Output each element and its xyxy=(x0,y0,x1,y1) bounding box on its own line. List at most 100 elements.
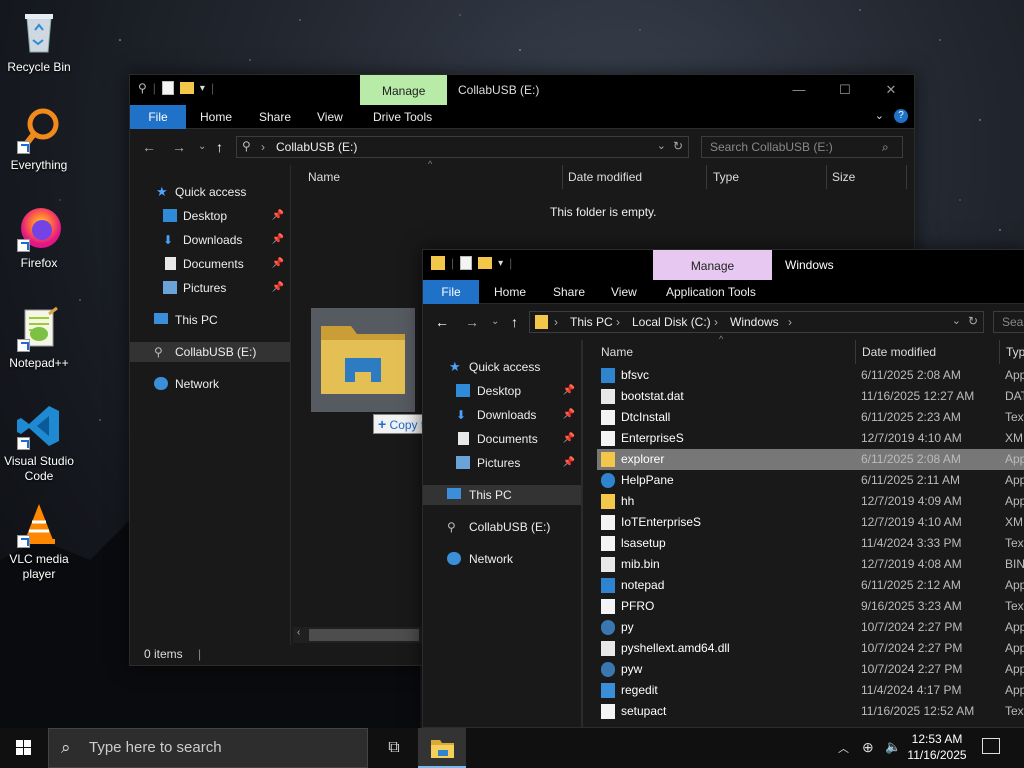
table-row[interactable]: pyshellext.amd64.dll 10/7/2024 2:27 PM App xyxy=(597,638,1024,659)
breadcrumb-local-disk[interactable]: Local Disk (C:) xyxy=(632,315,711,329)
close-icon[interactable]: ✕ xyxy=(868,75,914,105)
pin-icon[interactable]: 📌 xyxy=(272,254,284,274)
scroll-left-icon[interactable]: ‹ xyxy=(297,627,300,638)
pin-icon[interactable]: 📌 xyxy=(563,429,575,449)
breadcrumb-chevron-icon[interactable]: › xyxy=(714,315,718,329)
volume-muted-icon[interactable]: 🔈 xyxy=(885,739,901,755)
search-input[interactable]: Search CollabUSB (E:) xyxy=(701,136,903,158)
nav-desktop[interactable]: Desktop 📌 xyxy=(130,206,290,226)
refresh-icon[interactable]: ↻ xyxy=(673,139,683,153)
new-folder-icon[interactable] xyxy=(478,257,493,269)
column-date-modified[interactable]: Date modified xyxy=(568,165,642,189)
new-folder-icon[interactable] xyxy=(179,82,194,94)
tab-share[interactable]: Share xyxy=(553,280,585,304)
search-input[interactable]: Sear xyxy=(993,311,1024,333)
desktop-icon-vlc[interactable]: VLC media player xyxy=(2,500,76,582)
tab-file[interactable]: File xyxy=(423,280,479,304)
breadcrumb-windows[interactable]: Windows xyxy=(730,315,779,329)
nav-downloads[interactable]: ⬇ Downloads 📌 xyxy=(423,405,581,425)
column-name[interactable]: Name xyxy=(601,340,633,364)
desktop-icon-everything[interactable]: Everything xyxy=(2,106,76,173)
nav-network[interactable]: Network xyxy=(130,374,290,394)
tab-application-tools[interactable]: Application Tools xyxy=(666,280,756,304)
desktop-icon-notepad-plus-plus[interactable]: Notepad++ xyxy=(2,304,76,371)
language-icon[interactable]: ⊕ xyxy=(862,739,874,756)
horizontal-scrollbar[interactable]: ‹ xyxy=(293,627,423,643)
show-hidden-icons-icon[interactable]: ︿ xyxy=(838,740,849,756)
nav-collabusb[interactable]: ⚲ CollabUSB (E:) xyxy=(130,342,290,362)
ribbon-expand-icon[interactable]: ⌄ xyxy=(875,109,884,122)
table-row[interactable]: py 10/7/2024 2:27 PM App xyxy=(597,617,1024,638)
task-view-icon[interactable]: ⧉ xyxy=(370,728,418,768)
table-row[interactable]: explorer 6/11/2025 2:08 AM App xyxy=(597,449,1024,470)
nav-documents[interactable]: Documents 📌 xyxy=(423,429,581,449)
desktop-icon-firefox[interactable]: Firefox xyxy=(2,204,76,271)
taskbar-file-explorer[interactable] xyxy=(418,728,466,768)
notifications-icon[interactable] xyxy=(982,738,1000,754)
back-icon[interactable]: ← xyxy=(142,139,156,155)
table-row[interactable]: EnterpriseS 12/7/2019 4:10 AM XM xyxy=(597,428,1024,449)
nav-network[interactable]: Network xyxy=(423,549,581,569)
breadcrumb-this-pc[interactable]: This PC xyxy=(570,315,613,329)
tab-view[interactable]: View xyxy=(317,105,343,129)
address-dropdown-icon[interactable]: ⌄ xyxy=(952,314,961,327)
nav-quick-access[interactable]: ★ Quick access xyxy=(423,357,581,377)
refresh-icon[interactable]: ↻ xyxy=(968,314,978,328)
tab-drive-tools[interactable]: Drive Tools xyxy=(373,105,432,129)
pin-icon[interactable]: 📌 xyxy=(272,206,284,226)
column-type[interactable]: Typ xyxy=(1006,340,1024,364)
breadcrumb-chevron-icon[interactable]: › xyxy=(788,315,792,329)
pin-icon[interactable]: 📌 xyxy=(272,278,284,298)
forward-icon[interactable]: → xyxy=(172,139,186,155)
breadcrumb-chevron-icon[interactable]: › xyxy=(261,140,265,154)
properties-icon[interactable] xyxy=(161,81,174,95)
table-row[interactable]: regedit 11/4/2024 4:17 PM App xyxy=(597,680,1024,701)
table-row[interactable]: IoTEnterpriseS 12/7/2019 4:10 AM XM xyxy=(597,512,1024,533)
up-icon[interactable]: ↑ xyxy=(216,139,223,155)
nav-pictures[interactable]: Pictures 📌 xyxy=(130,278,290,298)
customize-toolbar-icon[interactable]: ▾ xyxy=(200,83,205,94)
breadcrumb-chevron-icon[interactable]: › xyxy=(554,315,558,329)
table-row[interactable]: pyw 10/7/2024 2:27 PM App xyxy=(597,659,1024,680)
address-dropdown-icon[interactable]: ⌄ xyxy=(657,139,666,152)
nav-pictures[interactable]: Pictures 📌 xyxy=(423,453,581,473)
nav-this-pc[interactable]: This PC xyxy=(130,310,290,330)
column-date-modified[interactable]: Date modified xyxy=(862,340,936,364)
table-row[interactable]: setupact 11/16/2025 12:52 AM Text xyxy=(597,701,1024,722)
nav-quick-access[interactable]: ★ Quick access xyxy=(130,182,290,202)
address-bar[interactable]: › This PC › Local Disk (C:) › Windows › … xyxy=(529,311,984,333)
taskbar-search-box[interactable]: ⌕ Type here to search xyxy=(48,728,368,768)
table-row[interactable]: bfsvc 6/11/2025 2:08 AM App xyxy=(597,365,1024,386)
table-row[interactable]: HelpPane 6/11/2025 2:11 AM App xyxy=(597,470,1024,491)
table-row[interactable]: DtcInstall 6/11/2025 2:23 AM Text xyxy=(597,407,1024,428)
column-name[interactable]: Name xyxy=(308,165,340,189)
pin-icon[interactable]: 📌 xyxy=(563,453,575,473)
table-row[interactable]: hh 12/7/2019 4:09 AM App xyxy=(597,491,1024,512)
nav-documents[interactable]: Documents 📌 xyxy=(130,254,290,274)
tab-view[interactable]: View xyxy=(611,280,637,304)
table-row[interactable]: PFRO 9/16/2025 3:23 AM Text xyxy=(597,596,1024,617)
pin-icon[interactable]: 📌 xyxy=(563,381,575,401)
table-row[interactable]: lsasetup 11/4/2024 3:33 PM Text xyxy=(597,533,1024,554)
recent-locations-icon[interactable]: ⌄ xyxy=(198,141,206,152)
pin-icon[interactable]: 📌 xyxy=(563,405,575,425)
start-button[interactable] xyxy=(0,728,48,768)
manage-contextual-tab[interactable]: Manage xyxy=(360,75,448,105)
help-icon[interactable]: ? xyxy=(894,109,908,123)
table-row[interactable]: bootstat.dat 11/16/2025 12:27 AM DAT xyxy=(597,386,1024,407)
breadcrumb-chevron-icon[interactable]: › xyxy=(616,315,620,329)
recent-locations-icon[interactable]: ⌄ xyxy=(491,316,499,327)
tab-share[interactable]: Share xyxy=(259,105,291,129)
forward-icon[interactable]: → xyxy=(465,314,479,330)
table-row[interactable]: mib.bin 12/7/2019 4:08 AM BIN xyxy=(597,554,1024,575)
properties-icon[interactable] xyxy=(460,256,473,270)
desktop-icon-vscode[interactable]: Visual Studio Code xyxy=(2,402,76,484)
tab-home[interactable]: Home xyxy=(494,280,526,304)
tab-file[interactable]: File xyxy=(130,105,186,129)
tab-home[interactable]: Home xyxy=(200,105,232,129)
desktop-icon-recycle-bin[interactable]: Recycle Bin xyxy=(2,8,76,75)
nav-this-pc[interactable]: This PC xyxy=(423,485,581,505)
customize-toolbar-icon[interactable]: ▾ xyxy=(498,258,503,269)
nav-downloads[interactable]: ⬇ Downloads 📌 xyxy=(130,230,290,250)
maximize-icon[interactable]: ☐ xyxy=(822,75,868,105)
